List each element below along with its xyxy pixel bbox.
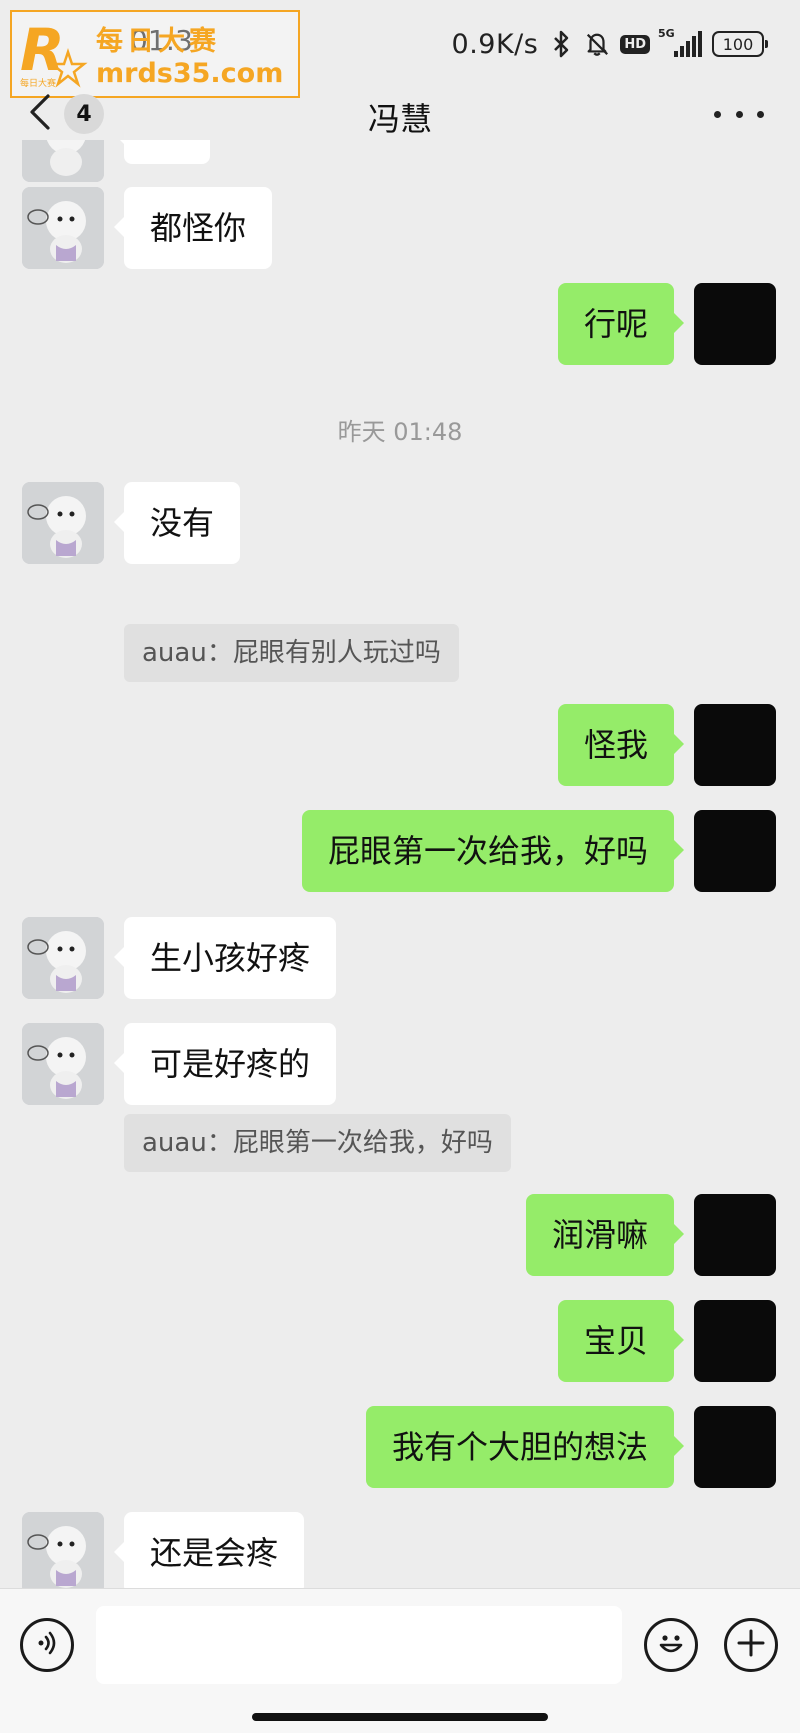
watermark-logo: R 每日大赛 每日大赛 mrds35.com (10, 10, 300, 98)
plus-icon (735, 1627, 767, 1663)
battery-icon: 100 (712, 31, 768, 57)
message-text: 没有 (150, 504, 215, 542)
message-bubble-received[interactable]: 没有 (113, 482, 241, 564)
more-button[interactable] (714, 100, 764, 128)
chat-area[interactable]: 都怪你 行呢 昨天 01:48 没有 auau：屁眼有别人玩过吗 怪我 屁眼第一… (0, 140, 800, 1588)
time-separator: 昨天 01:48 (337, 418, 463, 446)
chat-title: 冯慧 (367, 100, 432, 138)
status-indicators: 0.9K/s HD 5G 100 (451, 24, 768, 64)
voice-button[interactable] (20, 1618, 74, 1672)
contact-avatar[interactable] (22, 482, 104, 564)
svg-text:R: R (20, 16, 65, 84)
bluetooth-icon (548, 29, 574, 59)
contact-avatar[interactable] (22, 1512, 104, 1588)
message-bubble-received[interactable]: 都怪你 (113, 187, 273, 269)
quoted-message[interactable]: auau：屁眼第一次给我，好吗 (124, 1114, 511, 1172)
contact-avatar[interactable] (22, 140, 104, 182)
user-avatar[interactable] (694, 704, 776, 786)
message-bubble-sent[interactable]: 宝贝 (557, 1300, 685, 1382)
contact-avatar[interactable] (22, 1023, 104, 1105)
message-bubble-received[interactable]: 生小孩好疼 (113, 917, 337, 999)
mute-bell-icon (584, 29, 610, 59)
message-bubble-sent[interactable]: 怪我 (557, 704, 685, 786)
message-text: 可是好疼的 (150, 1045, 311, 1083)
home-indicator[interactable] (252, 1713, 548, 1721)
watermark-url: mrds35.com (96, 58, 284, 89)
contact-avatar[interactable] (22, 917, 104, 999)
user-avatar[interactable] (694, 283, 776, 365)
message-bubble-sent[interactable]: 行呢 (557, 283, 685, 365)
message-text: 宝贝 (583, 1322, 648, 1360)
message-input[interactable] (96, 1606, 622, 1684)
more-icon (714, 110, 721, 118)
message-text: 都怪你 (150, 209, 247, 247)
emoji-button[interactable] (644, 1618, 698, 1672)
voice-icon (32, 1628, 62, 1662)
message-text: 润滑嘛 (551, 1216, 648, 1254)
message-bubble-sent[interactable]: 屁眼第一次给我，好吗 (301, 810, 685, 892)
message-bubble-received[interactable]: 可是好疼的 (113, 1023, 337, 1105)
network-type: 5G (658, 27, 675, 40)
watermark-r-star-icon: R 每日大赛 (12, 12, 90, 96)
message-bubble-received[interactable]: 还是会疼 (113, 1512, 305, 1588)
network-speed: 0.9K/s (451, 28, 539, 60)
emoji-icon (653, 1625, 689, 1665)
chat-header: 4 冯慧 (0, 88, 800, 140)
message-bubble-received[interactable] (114, 140, 210, 164)
message-bubble-sent[interactable]: 润滑嘛 (525, 1194, 685, 1276)
message-text: 生小孩好疼 (150, 939, 311, 977)
message-bubble-sent[interactable]: 我有个大胆的想法 (365, 1406, 685, 1488)
user-avatar[interactable] (694, 1300, 776, 1382)
hd-icon: HD (620, 34, 650, 54)
user-avatar[interactable] (694, 810, 776, 892)
message-text: 还是会疼 (150, 1534, 279, 1572)
battery-level: 100 (722, 34, 754, 54)
user-avatar[interactable] (694, 1194, 776, 1276)
message-text: 怪我 (583, 726, 648, 764)
message-text: 行呢 (583, 305, 648, 343)
signal-icon: 5G (658, 27, 702, 57)
quoted-message[interactable]: auau：屁眼有别人玩过吗 (124, 624, 459, 682)
user-avatar[interactable] (694, 1406, 776, 1488)
add-button[interactable] (724, 1618, 778, 1672)
watermark-title: 每日大赛 (96, 26, 220, 57)
message-text: 屁眼第一次给我，好吗 (327, 832, 648, 870)
input-bar (0, 1588, 800, 1733)
contact-avatar[interactable] (22, 187, 104, 269)
message-text: 我有个大胆的想法 (391, 1428, 648, 1466)
